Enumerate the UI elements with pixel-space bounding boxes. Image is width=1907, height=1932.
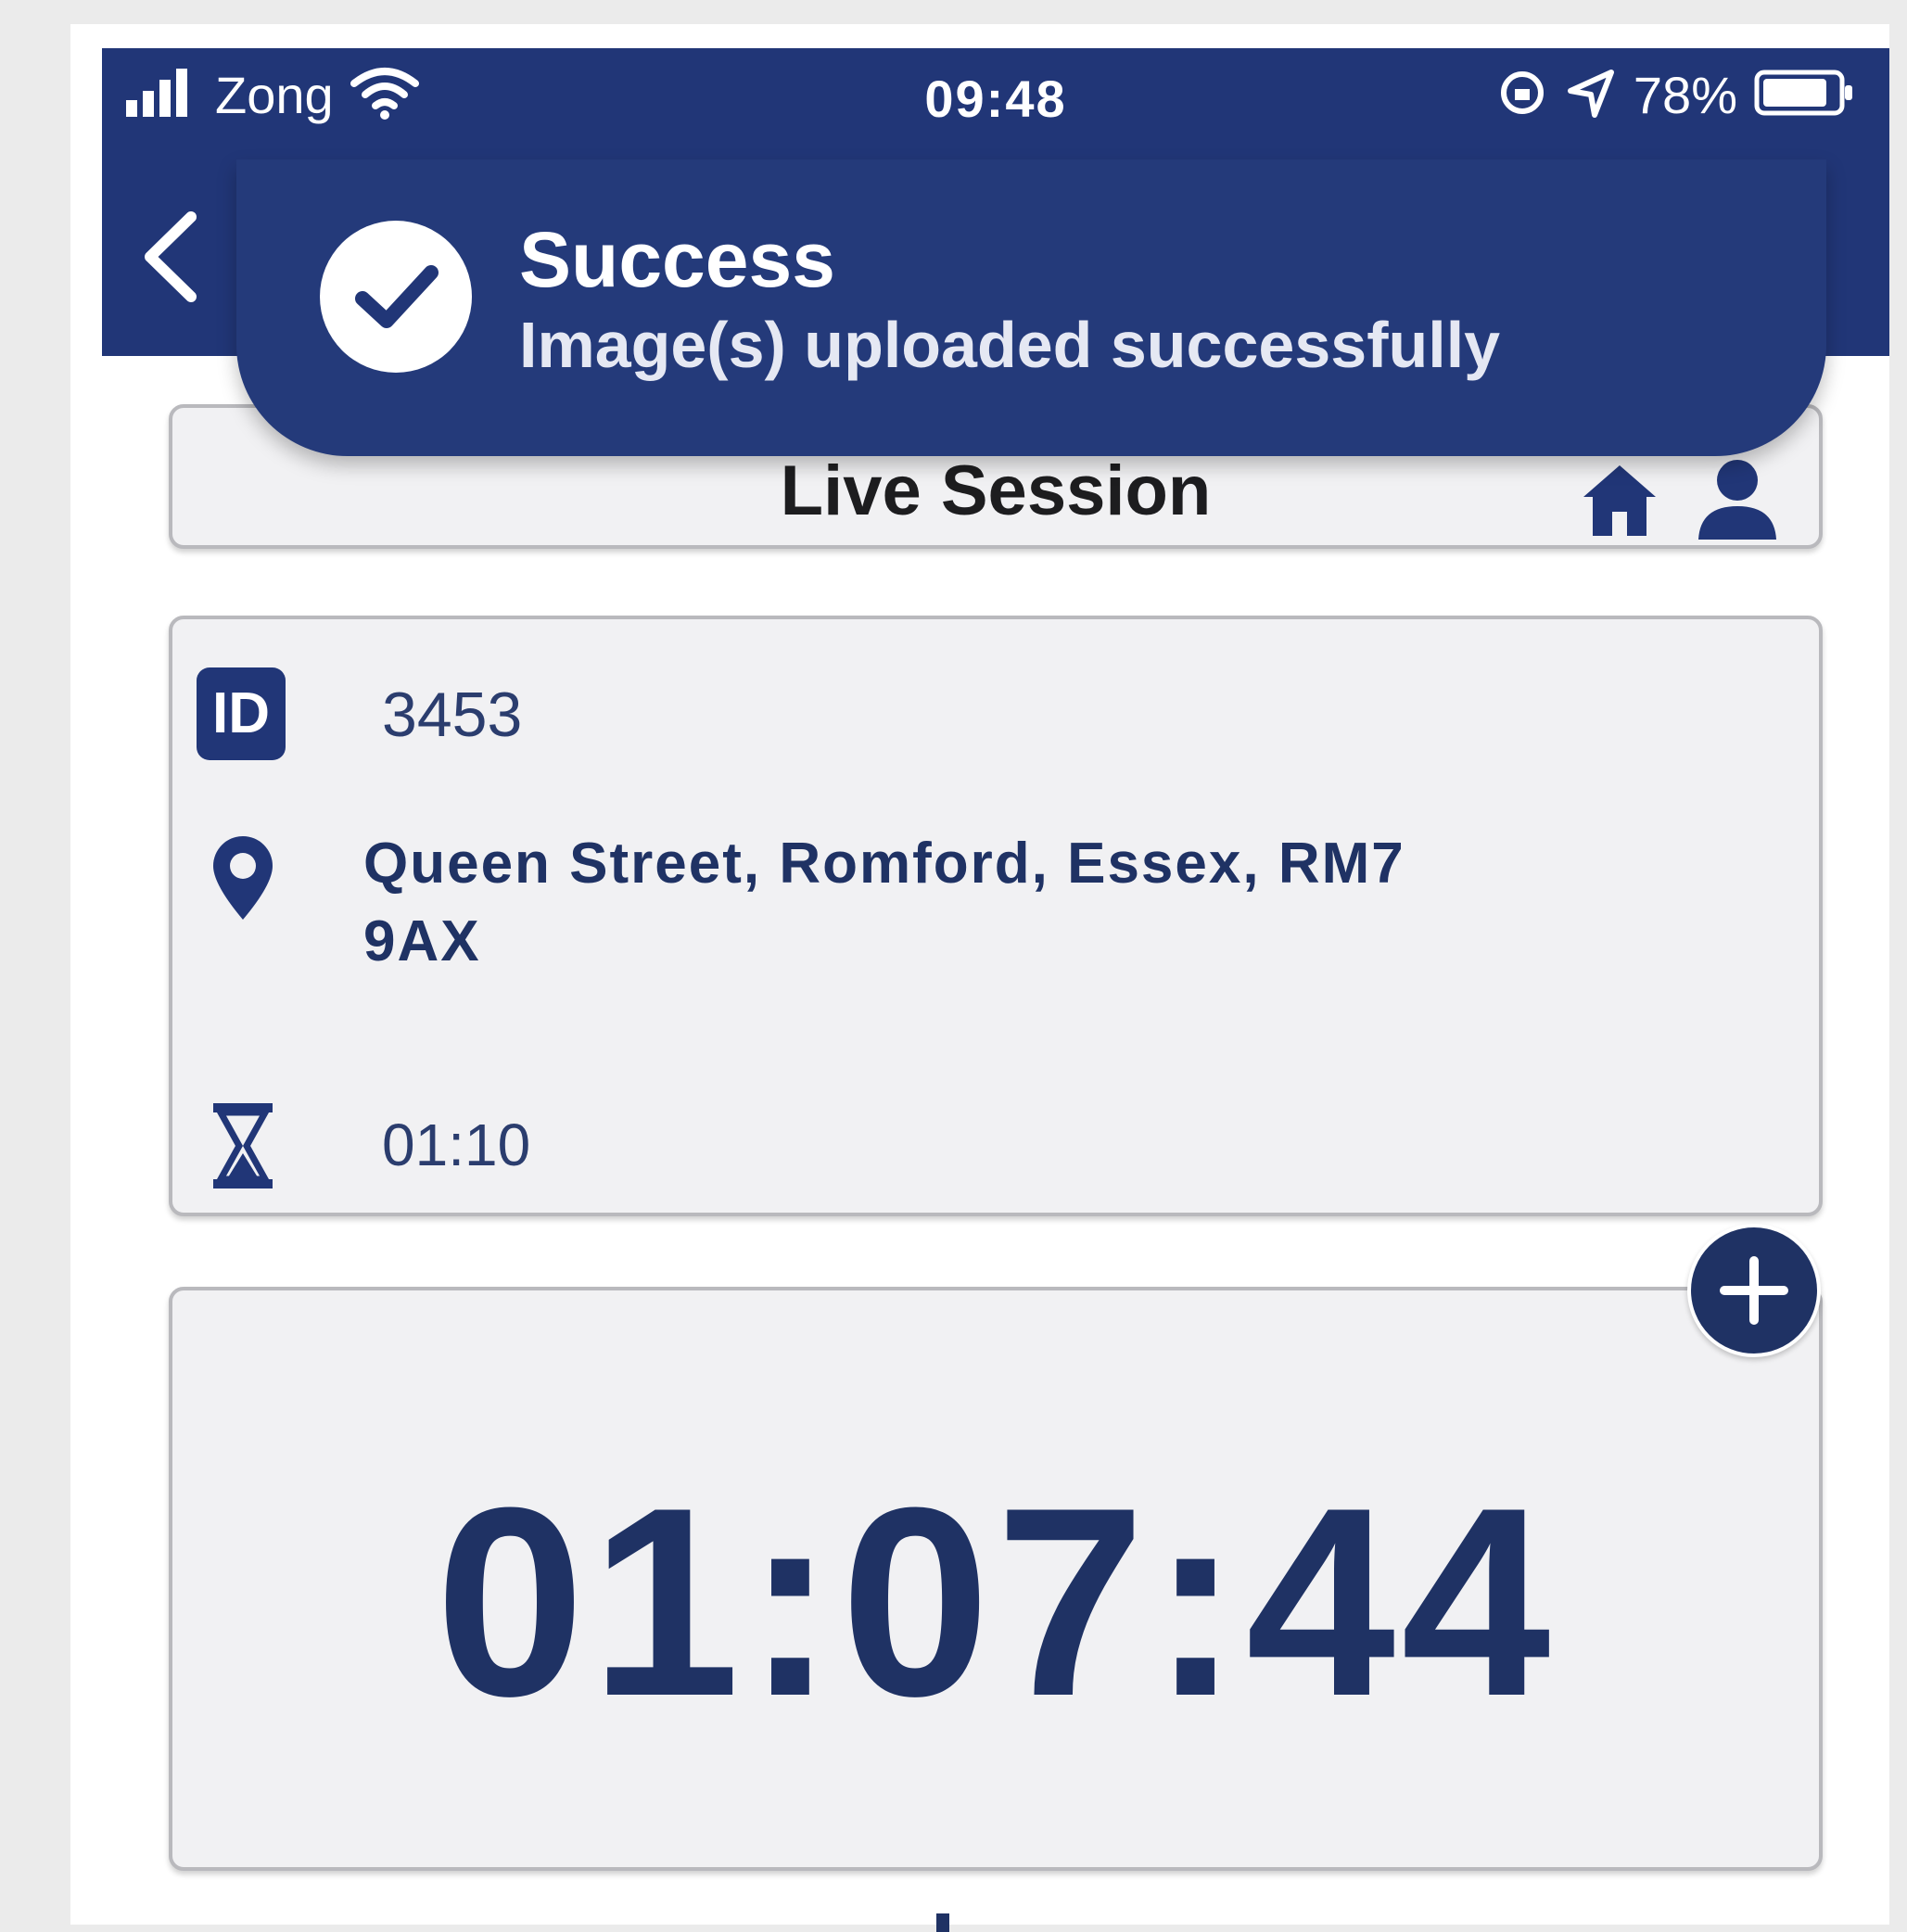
elapsed-timer: 01:07:44 [435,1452,1557,1752]
status-right: 78% [1496,65,1856,125]
location-pin-icon [206,831,280,923]
user-icon [1698,460,1776,540]
check-circle-icon [320,221,472,373]
scroll-indicator [936,1913,949,1932]
orientation-lock-icon [1496,67,1548,123]
battery-percentage: 78% [1633,66,1737,124]
plus-icon [1720,1256,1788,1325]
status-bar: Zong 09:48 78% [102,48,1889,150]
hourglass-icon [210,1101,276,1190]
session-address: Queen Street, Romford, Essex, RM7 9AX [363,832,1405,973]
success-toast[interactable]: Success Image(s) uploaded successfully [236,159,1826,456]
session-duration: 01:10 [382,1112,531,1178]
back-button[interactable] [130,206,213,308]
id-icon: ID [197,667,286,760]
toast-message: Image(s) uploaded successfully [519,309,1501,381]
session-id: 3453 [382,680,523,750]
location-arrow-icon [1565,67,1617,123]
home-icon [1583,465,1656,536]
home-button[interactable] [1578,458,1661,541]
page-title: Live Session [780,451,1212,530]
session-info-card: ID 3453 Queen Street, Romford, Essex, RM… [169,616,1823,1216]
chevron-left-icon [145,211,197,302]
timer-card: 01:07:44 [169,1287,1823,1871]
toast-title: Success [519,216,835,303]
user-button[interactable] [1693,454,1782,543]
add-button[interactable] [1687,1224,1821,1357]
battery-icon [1754,65,1856,125]
